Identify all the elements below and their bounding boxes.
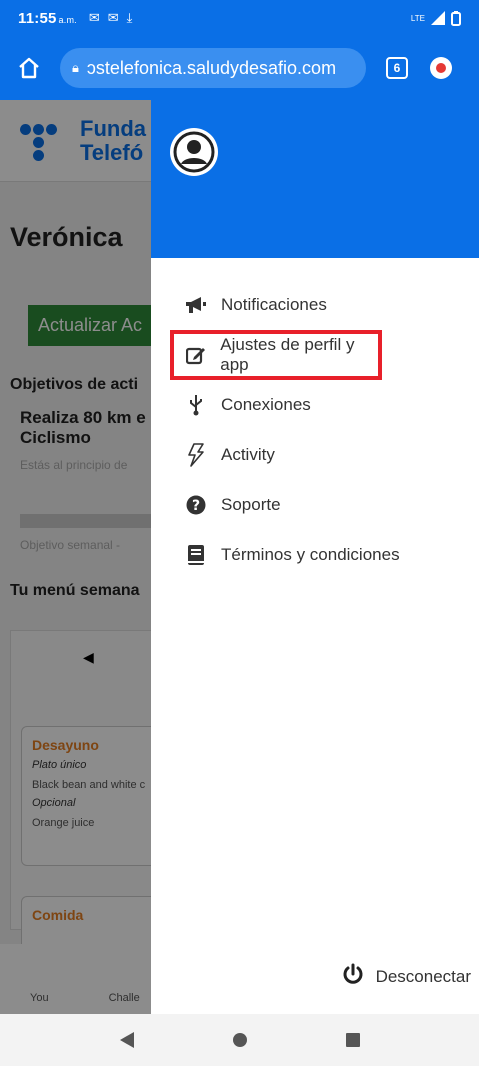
menu-item-label: Notificaciones bbox=[221, 295, 327, 314]
book-icon bbox=[185, 544, 207, 566]
signal-icon bbox=[431, 11, 445, 25]
menu-item-conexiones[interactable]: Conexiones bbox=[151, 380, 479, 430]
download-icon: ⤓ bbox=[126, 10, 133, 25]
status-time: 11:55 a.m. bbox=[18, 9, 77, 27]
navigation-drawer: Notificaciones Ajustes de perfil y app C… bbox=[151, 100, 479, 1014]
home-icon bbox=[19, 57, 39, 79]
home-button[interactable] bbox=[14, 53, 44, 83]
system-navigation-bar bbox=[0, 1014, 479, 1066]
user-avatar-icon bbox=[173, 131, 215, 173]
back-icon bbox=[119, 1032, 134, 1048]
lightning-icon bbox=[185, 443, 207, 467]
menu-item-label: Soporte bbox=[221, 495, 281, 514]
lte-label: LTE bbox=[410, 13, 425, 23]
drawer-header bbox=[151, 100, 479, 258]
menu-item-label: Conexiones bbox=[221, 395, 311, 414]
battery-icon bbox=[451, 10, 461, 26]
home-nav-button[interactable] bbox=[225, 1025, 255, 1055]
power-icon bbox=[342, 963, 364, 990]
svg-text:?: ? bbox=[192, 498, 200, 514]
menu-item-label: Ajustes de perfil y app bbox=[220, 335, 355, 374]
browser-menu-button[interactable] bbox=[430, 57, 452, 79]
url-field[interactable]: 🔒︎ ɔstelefonica.saludydesafio.com bbox=[60, 48, 366, 88]
system-icons: LTE bbox=[410, 10, 461, 26]
recents-button[interactable] bbox=[338, 1025, 368, 1055]
chat-icon: ✉ bbox=[88, 10, 100, 25]
logout-button[interactable]: Desconectar bbox=[342, 963, 471, 990]
menu-item-activity[interactable]: Activity bbox=[151, 430, 479, 480]
drawer-menu: Notificaciones Ajustes de perfil y app C… bbox=[151, 258, 479, 580]
tabs-button[interactable]: 6 bbox=[386, 57, 408, 79]
back-button[interactable] bbox=[112, 1025, 142, 1055]
menu-item-terminos[interactable]: Términos y condiciones bbox=[151, 530, 479, 580]
notification-icons: ✉ ✉ ⤓ bbox=[89, 10, 133, 26]
usb-icon bbox=[185, 394, 207, 416]
url-text: ɔstelefonica.saludydesafio.com bbox=[86, 57, 337, 78]
menu-item-soporte[interactable]: ? Soporte bbox=[151, 480, 479, 530]
drawer-scrim[interactable] bbox=[0, 100, 151, 1014]
menu-item-ajustes-perfil[interactable]: Ajustes de perfil y app bbox=[170, 330, 382, 380]
menu-item-notificaciones[interactable]: Notificaciones bbox=[151, 280, 479, 330]
lock-icon: 🔒︎ bbox=[72, 60, 79, 75]
menu-item-label: Activity bbox=[221, 445, 275, 464]
update-dot-icon bbox=[436, 63, 446, 73]
status-bar: 11:55 a.m. ✉ ✉ ⤓ LTE bbox=[0, 0, 479, 36]
circle-home-icon bbox=[232, 1033, 247, 1047]
edit-icon bbox=[185, 344, 206, 366]
question-icon: ? bbox=[185, 494, 207, 516]
browser-toolbar: 🔒︎ ɔstelefonica.saludydesafio.com 6 bbox=[0, 36, 479, 100]
gmail-icon: ✉ bbox=[107, 10, 119, 25]
menu-item-label: Términos y condiciones bbox=[221, 545, 400, 564]
logout-label: Desconectar bbox=[375, 966, 471, 986]
megaphone-icon bbox=[185, 294, 207, 316]
square-recents-icon bbox=[345, 1033, 360, 1047]
avatar[interactable] bbox=[170, 128, 218, 176]
